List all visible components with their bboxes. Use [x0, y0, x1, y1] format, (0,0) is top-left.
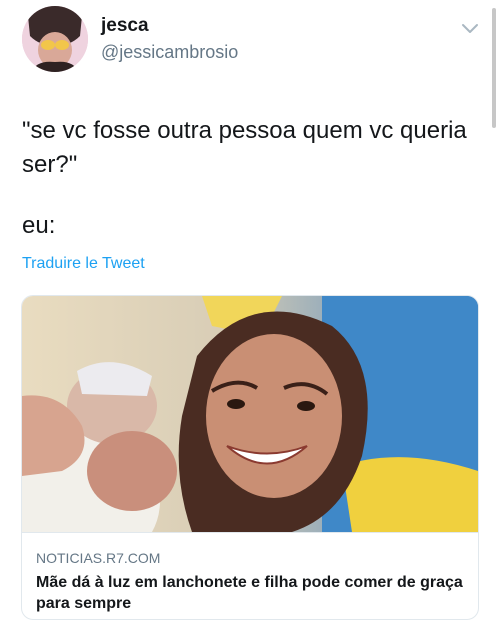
link-card-image: [22, 296, 478, 532]
author-display-name[interactable]: jesca: [101, 15, 149, 37]
link-card[interactable]: NOTICIAS.R7.COM Mãe dá à luz em lanchone…: [21, 295, 479, 620]
author-handle[interactable]: @jessicambrosio: [101, 42, 238, 63]
link-card-domain: NOTICIAS.R7.COM: [36, 550, 161, 566]
scrollbar[interactable]: [492, 8, 496, 128]
avatar-image: [22, 6, 88, 72]
translate-tweet-link[interactable]: Traduire le Tweet: [22, 255, 145, 273]
tweet-text-reply: eu:: [22, 212, 56, 239]
author-avatar[interactable]: [22, 6, 88, 72]
tweet-text: "se vc fosse outra pessoa quem vc queria…: [22, 117, 467, 178]
chevron-down-icon[interactable]: [461, 21, 479, 35]
link-card-title[interactable]: Mãe dá à luz em lanchonete e filha pode …: [36, 572, 466, 614]
link-card-text[interactable]: NOTICIAS.R7.COM Mãe dá à luz em lanchone…: [22, 532, 478, 619]
